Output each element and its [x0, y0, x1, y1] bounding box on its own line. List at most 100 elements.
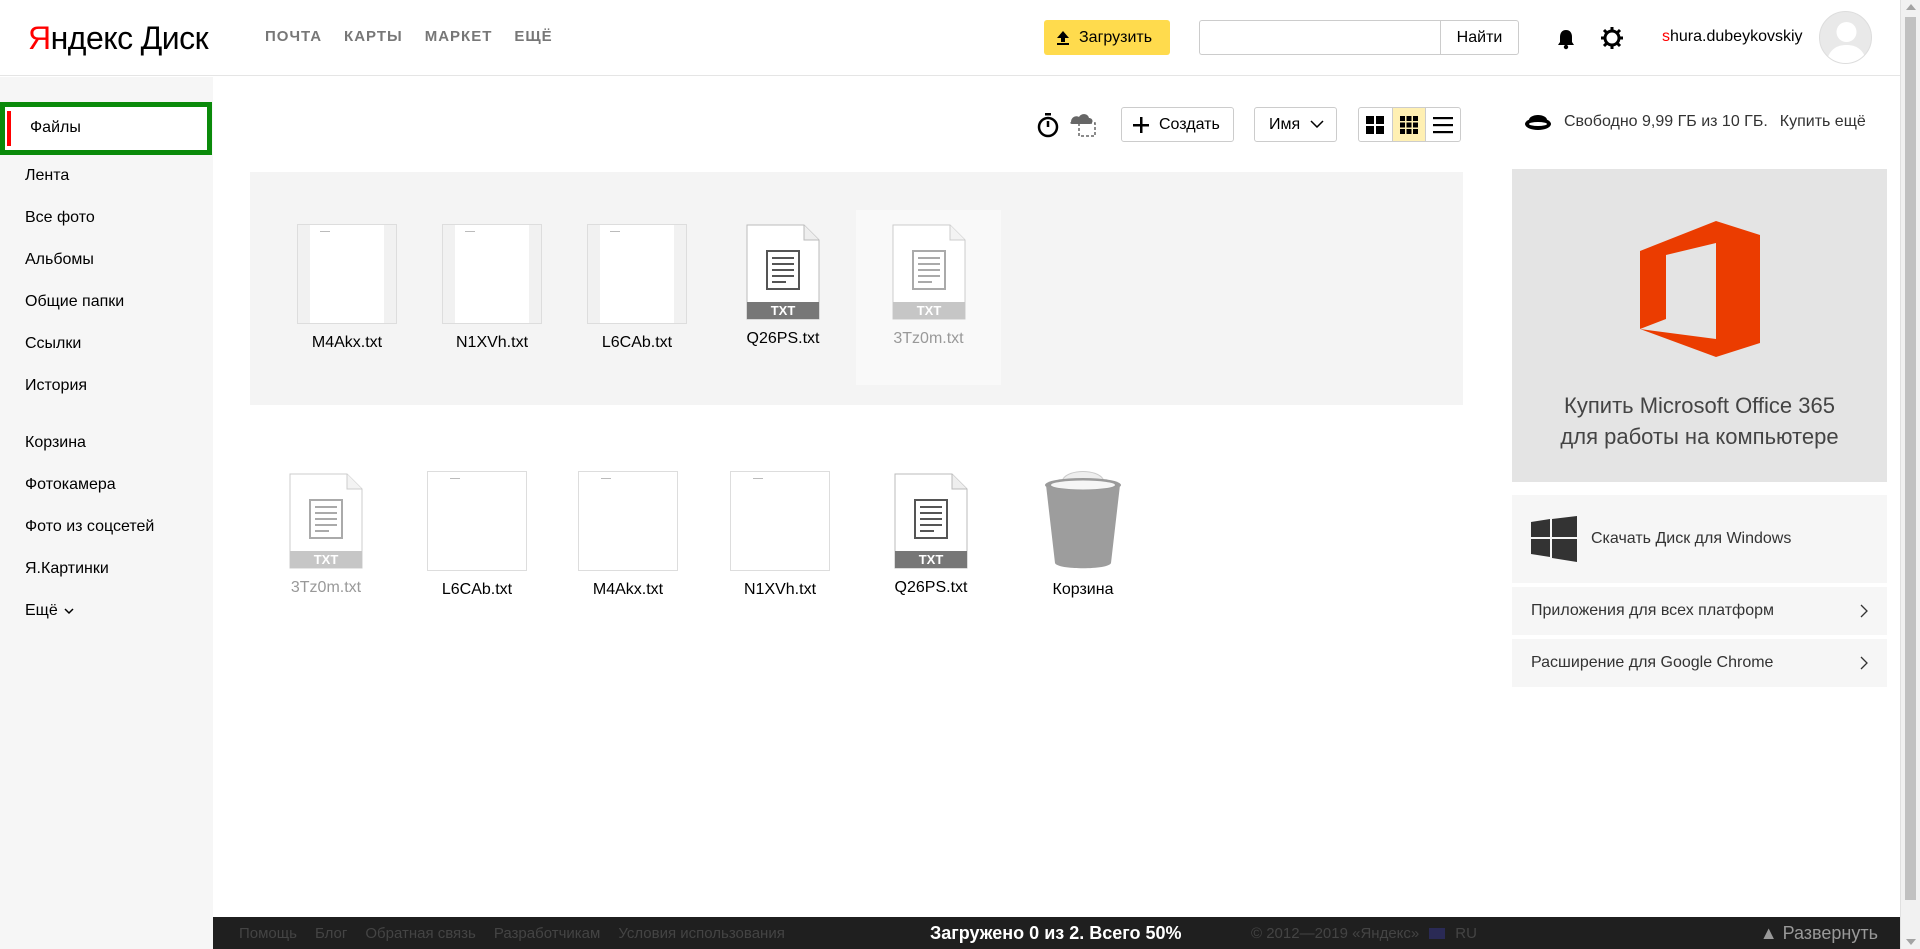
office-logo-icon: [1640, 221, 1760, 357]
nav-maps[interactable]: КАРТЫ: [344, 28, 403, 45]
footer-link-blog[interactable]: Блог: [315, 925, 347, 942]
scroll-up-arrow-icon[interactable]: [1906, 4, 1916, 10]
file-thumbnail: [730, 471, 830, 571]
file-thumbnail: [297, 224, 397, 324]
create-button[interactable]: Создать: [1121, 107, 1234, 142]
nav-more[interactable]: ЕЩЁ: [514, 28, 552, 45]
expand-button[interactable]: ▲ Развернуть: [1760, 923, 1878, 944]
scroll-thumb[interactable]: [1905, 17, 1916, 900]
upload-file-item[interactable]: TXT 3Tz0m.txt: [856, 210, 1001, 385]
file-thumbnail: [587, 224, 687, 324]
file-name: Корзина: [1052, 581, 1114, 598]
logo-ya: Я: [28, 20, 51, 56]
footer-upload-bar: Помощь Блог Обратная связь Разработчикам…: [213, 917, 1900, 949]
sidebar-item-more[interactable]: Ещё: [25, 602, 74, 620]
view-list-button[interactable]: [1426, 108, 1460, 141]
sidebar-item-social-photos[interactable]: Фото из соцсетей: [25, 518, 154, 536]
file-name: L6CAb.txt: [441, 581, 513, 598]
upload-icon: [1057, 30, 1069, 45]
yandex-disk-logo[interactable]: Яндекс Диск: [28, 20, 209, 57]
txt-file-icon: TXT: [892, 224, 965, 320]
list-icon: [1433, 116, 1454, 133]
file-item[interactable]: L6CAb.txt: [417, 471, 537, 599]
download-windows-link[interactable]: Скачать Диск для Windows: [1512, 495, 1887, 583]
sidebar-item-files[interactable]: Файлы: [0, 102, 212, 155]
scroll-down-arrow-icon[interactable]: [1906, 939, 1916, 945]
download-windows-label: Скачать Диск для Windows: [1591, 530, 1792, 547]
plus-icon: [1133, 116, 1149, 133]
footer-link-terms[interactable]: Условия использования: [618, 925, 785, 942]
file-item[interactable]: N1XVh.txt: [720, 471, 840, 599]
view-switcher: [1358, 107, 1461, 142]
copyright-text: © 2012—2019 «Яндекс»: [1251, 925, 1420, 942]
header: Яндекс Диск ПОЧТА КАРТЫ МАРКЕТ ЕЩЁ Загруз…: [0, 0, 1900, 76]
file-name: M4Akx.txt: [592, 581, 664, 598]
sort-dropdown[interactable]: Имя: [1254, 107, 1337, 142]
footer-links: Помощь Блог Обратная связь Разработчикам…: [239, 925, 785, 942]
file-item[interactable]: TXT Q26PS.txt: [871, 473, 991, 597]
chrome-extension-label: Расширение для Google Chrome: [1531, 654, 1774, 671]
disk-logo-icon: [1525, 115, 1551, 130]
logo-ndex: ндекс: [50, 20, 134, 56]
sidebar-more-label: Ещё: [25, 602, 58, 619]
storage-info: Свободно 9,99 ГБ из 10 ГБ. Купить ещё: [1524, 112, 1866, 132]
buy-more-link[interactable]: Купить ещё: [1780, 113, 1866, 131]
trash-folder-item[interactable]: Корзина: [1023, 471, 1143, 599]
upload-file-item[interactable]: N1XVh.txt: [432, 224, 552, 352]
sidebar-item-links[interactable]: Ссылки: [25, 335, 81, 353]
txt-file-icon: TXT: [289, 473, 363, 569]
logo-disk: Диск: [140, 20, 209, 56]
txt-file-icon: TXT: [894, 473, 968, 569]
promo-line-2: для работы на компьютере: [1560, 424, 1839, 449]
sidebar-item-trash[interactable]: Корзина: [25, 434, 86, 452]
txt-file-icon: TXT: [746, 224, 820, 320]
trash-bin-icon: [1045, 471, 1121, 569]
file-name: M4Akx.txt: [311, 334, 383, 351]
view-large-tiles-button[interactable]: [1359, 108, 1393, 141]
avatar[interactable]: [1819, 11, 1872, 64]
sidebar: Файлы Лента Все фото Альбомы Общие папки…: [0, 77, 213, 949]
footer-link-help[interactable]: Помощь: [239, 925, 297, 942]
nav-mail[interactable]: ПОЧТА: [265, 28, 322, 45]
active-indicator: [7, 111, 11, 146]
sidebar-item-history[interactable]: История: [25, 377, 87, 395]
nav-market[interactable]: МАРКЕТ: [425, 28, 493, 45]
sidebar-item-images[interactable]: Я.Картинки: [25, 560, 109, 578]
office-promo-banner[interactable]: Купить Microsoft Office 365 для работы н…: [1512, 169, 1887, 482]
upload-file-item[interactable]: TXT Q26PS.txt: [723, 224, 843, 348]
file-name: N1XVh.txt: [455, 334, 529, 351]
upload-button[interactable]: Загрузить: [1044, 20, 1170, 55]
view-small-tiles-button[interactable]: [1392, 108, 1427, 141]
language-selector[interactable]: RU: [1455, 925, 1477, 942]
upload-file-item[interactable]: L6CAb.txt: [577, 224, 697, 352]
file-item[interactable]: TXT 3Tz0m.txt: [266, 473, 386, 597]
large-grid-icon: [1366, 115, 1385, 134]
create-label: Создать: [1159, 115, 1220, 133]
footer-link-feedback[interactable]: Обратная связь: [365, 925, 476, 942]
username[interactable]: shura.dubeykovskiy: [1662, 28, 1803, 46]
promo-line-1: Купить Microsoft Office 365: [1564, 393, 1835, 418]
storage-text: Свободно 9,99 ГБ из 10 ГБ.: [1564, 113, 1768, 130]
sidebar-item-camera[interactable]: Фотокамера: [25, 476, 116, 494]
sidebar-item-all-photos[interactable]: Все фото: [25, 209, 95, 227]
sidebar-item-shared-folders[interactable]: Общие папки: [25, 293, 124, 311]
sidebar-item-albums[interactable]: Альбомы: [25, 251, 94, 269]
file-item[interactable]: M4Akx.txt: [568, 471, 688, 599]
chrome-extension-link[interactable]: Расширение для Google Chrome: [1512, 639, 1887, 687]
search-button[interactable]: Найти: [1440, 20, 1519, 55]
gear-icon[interactable]: [1600, 26, 1624, 50]
bell-icon[interactable]: [1554, 27, 1578, 51]
chevron-down-icon: [1310, 120, 1324, 129]
apps-links: Скачать Диск для Windows Приложения для …: [1512, 495, 1887, 691]
timer-icon[interactable]: [1036, 112, 1060, 138]
cloud-select-icon[interactable]: [1067, 110, 1097, 138]
sidebar-item-feed[interactable]: Лента: [25, 167, 69, 185]
upload-file-item[interactable]: M4Akx.txt: [287, 224, 407, 352]
file-thumbnail: [442, 224, 542, 324]
search-input[interactable]: [1199, 20, 1441, 55]
footer-link-developers[interactable]: Разработчикам: [494, 925, 600, 942]
triangle-up-icon: ▲: [1759, 923, 1778, 943]
file-name: N1XVh.txt: [743, 581, 817, 598]
vertical-scrollbar[interactable]: [1900, 0, 1920, 949]
all-platforms-link[interactable]: Приложения для всех платформ: [1512, 587, 1887, 635]
